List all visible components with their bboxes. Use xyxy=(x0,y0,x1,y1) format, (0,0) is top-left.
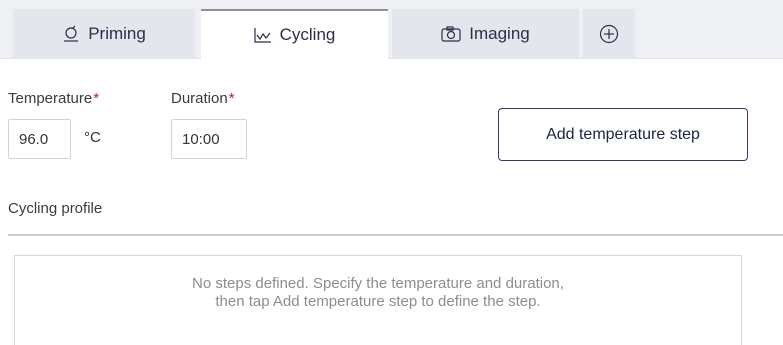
camera-icon xyxy=(441,25,461,42)
duration-value: 10:00 xyxy=(182,130,220,148)
duration-input[interactable]: 10:00 xyxy=(171,119,247,159)
required-marker: * xyxy=(93,90,100,107)
tab-cycling[interactable]: Cycling xyxy=(201,9,388,59)
temperature-label: Temperature* xyxy=(8,90,99,107)
divider xyxy=(8,234,783,236)
priming-icon xyxy=(62,25,80,43)
temperature-input[interactable]: 96.0 xyxy=(8,119,71,159)
tab-priming[interactable]: Priming xyxy=(13,9,195,58)
cycling-chart-icon xyxy=(254,27,272,43)
tab-imaging[interactable]: Imaging xyxy=(392,9,579,58)
tab-cycling-label: Cycling xyxy=(279,25,336,44)
cycling-profile-empty-state: No steps defined. Specify the temperatur… xyxy=(14,255,742,345)
duration-label-text: Duration xyxy=(171,90,228,107)
empty-state-line-2: then tap Add temperature step to define … xyxy=(215,293,541,310)
plus-circle-icon xyxy=(599,24,619,44)
add-temperature-step-button[interactable]: Add temperature step xyxy=(498,108,748,161)
temperature-value: 96.0 xyxy=(19,130,49,148)
required-marker: * xyxy=(228,90,235,107)
temperature-label-text: Temperature xyxy=(8,90,93,107)
add-tab-button[interactable] xyxy=(583,9,635,58)
temperature-unit: °C xyxy=(84,129,101,146)
empty-state-line-1: No steps defined. Specify the temperatur… xyxy=(192,275,564,292)
tab-priming-label: Priming xyxy=(88,23,146,43)
cycling-profile-title: Cycling profile xyxy=(8,200,103,217)
duration-label: Duration* xyxy=(171,90,235,107)
tab-bar: Priming Cycling Imaging xyxy=(0,0,783,59)
tab-imaging-label: Imaging xyxy=(469,23,530,43)
